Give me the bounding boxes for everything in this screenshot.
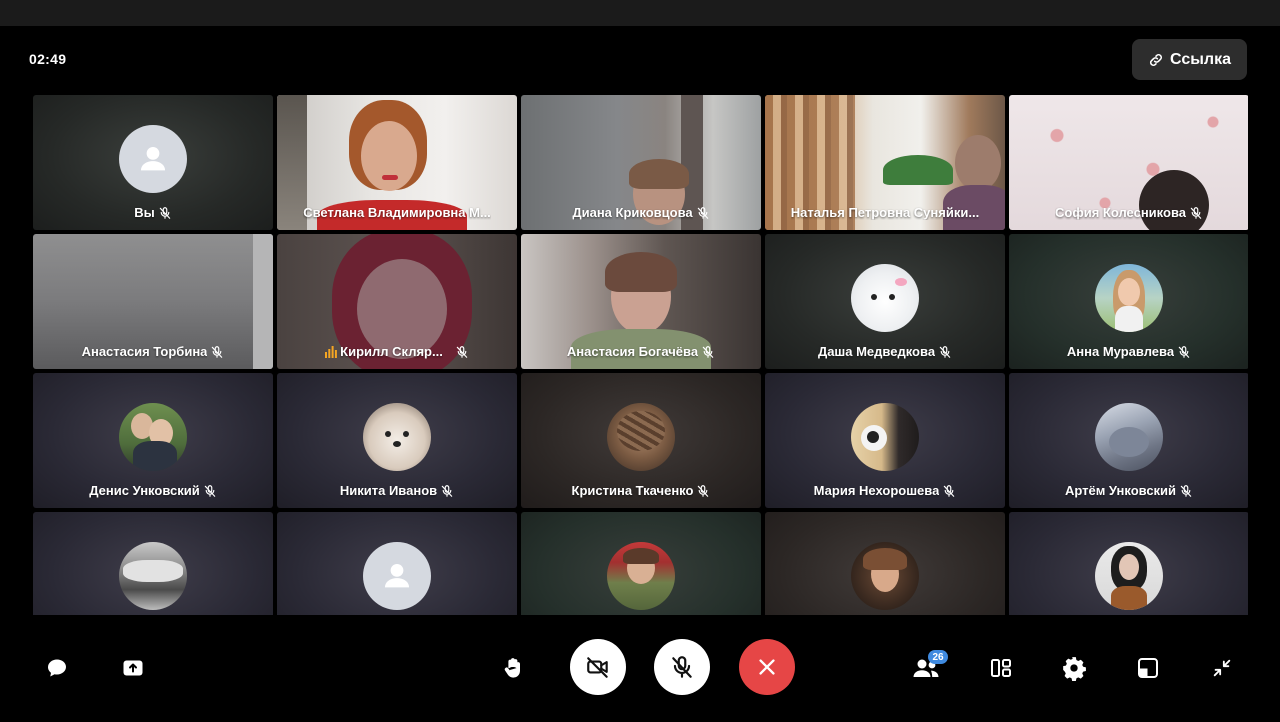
mic-muted-icon bbox=[702, 345, 714, 358]
participant-name: Диана Криковцова bbox=[521, 205, 761, 220]
gear-icon bbox=[1063, 657, 1086, 681]
close-icon bbox=[759, 659, 775, 675]
participant-name: Вы bbox=[33, 205, 273, 220]
participant-tile[interactable]: Кирилл Скляр... bbox=[277, 234, 517, 369]
participant-tile[interactable]: Артём Унковский bbox=[1009, 373, 1248, 508]
copy-link-button[interactable]: Ссылка bbox=[1132, 39, 1247, 80]
user-icon bbox=[384, 563, 410, 588]
participant-name: Мария Нехорошева bbox=[765, 483, 1005, 498]
participant-name: Анна Муравлева bbox=[1009, 344, 1248, 359]
participant-tile[interactable] bbox=[277, 512, 517, 615]
participant-avatar bbox=[119, 403, 187, 471]
participant-tile[interactable] bbox=[33, 512, 273, 615]
chat-icon bbox=[48, 659, 66, 677]
window-top-bar bbox=[0, 0, 1280, 26]
participant-tile[interactable]: Наталья Петровна Суняйки... bbox=[765, 95, 1005, 230]
participants-count-badge: 26 bbox=[928, 650, 948, 664]
mic-muted-icon bbox=[159, 206, 170, 219]
participant-avatar bbox=[1095, 542, 1163, 610]
avatar-placeholder bbox=[363, 542, 431, 610]
participant-tile[interactable]: Никита Иванов bbox=[277, 373, 517, 508]
participant-tile[interactable]: Кристина Ткаченко bbox=[521, 373, 761, 508]
minimize-icon bbox=[1213, 659, 1231, 677]
participant-name: Анастасия Торбина bbox=[33, 344, 273, 359]
mic-muted-icon bbox=[1180, 484, 1192, 497]
participant-name: Кристина Ткаченко bbox=[521, 483, 761, 498]
layout-button[interactable] bbox=[986, 653, 1016, 683]
participant-name: Наталья Петровна Суняйки... bbox=[790, 205, 980, 220]
participant-avatar bbox=[1095, 264, 1163, 332]
participant-tile[interactable]: Анастасия Богачёва bbox=[521, 234, 761, 369]
hand-icon bbox=[504, 658, 520, 678]
mic-muted-icon bbox=[939, 345, 951, 358]
microphone-toggle-button[interactable] bbox=[654, 639, 710, 695]
camera-off-icon bbox=[587, 657, 608, 678]
participant-tile[interactable] bbox=[765, 512, 1005, 615]
mic-muted-icon bbox=[204, 484, 215, 497]
participant-tile[interactable]: Диана Криковцова bbox=[521, 95, 761, 230]
settings-button[interactable] bbox=[1059, 653, 1089, 683]
participant-avatar bbox=[363, 403, 431, 471]
participant-tile[interactable]: Мария Нехорошева bbox=[765, 373, 1005, 508]
participant-tile[interactable]: Светлана Владимировна М... bbox=[277, 95, 517, 230]
mic-muted-icon bbox=[441, 484, 453, 497]
participant-avatar bbox=[607, 542, 675, 610]
user-icon bbox=[140, 146, 166, 171]
call-timer: 02:49 bbox=[29, 51, 67, 67]
participant-name: Анастасия Богачёва bbox=[521, 344, 761, 359]
window-mode-button[interactable] bbox=[1133, 653, 1163, 683]
participant-tile[interactable]: Анна Муравлева bbox=[1009, 234, 1248, 369]
participant-name: Кирилл Скляр... bbox=[277, 344, 517, 359]
mic-muted-icon bbox=[456, 345, 468, 358]
participant-tile[interactable] bbox=[521, 512, 761, 615]
end-call-button[interactable] bbox=[739, 639, 795, 695]
share-screen-icon bbox=[123, 660, 143, 676]
raise-hand-button[interactable] bbox=[498, 653, 528, 683]
participant-avatar bbox=[119, 542, 187, 610]
speaking-indicator-icon bbox=[325, 345, 338, 358]
participant-tile[interactable]: Даша Медведкова bbox=[765, 234, 1005, 369]
mic-muted-icon bbox=[1190, 206, 1202, 219]
participant-name: Никита Иванов bbox=[277, 483, 517, 498]
copy-link-label: Ссылка bbox=[1170, 50, 1231, 68]
participant-tile[interactable]: Денис Унковский bbox=[33, 373, 273, 508]
link-icon bbox=[1149, 53, 1163, 66]
avatar-placeholder bbox=[119, 125, 187, 193]
participant-name: Денис Унковский bbox=[33, 483, 273, 498]
chat-button[interactable] bbox=[42, 653, 72, 683]
participant-name: Светлана Владимировна М... bbox=[303, 205, 491, 220]
participant-name: Артём Унковский bbox=[1009, 483, 1248, 498]
mic-muted-icon bbox=[212, 345, 223, 358]
mic-muted-icon bbox=[697, 206, 708, 219]
mic-muted-icon bbox=[1178, 345, 1190, 358]
participant-avatar bbox=[1095, 403, 1163, 471]
participant-avatar bbox=[851, 264, 919, 332]
camera-toggle-button[interactable] bbox=[570, 639, 626, 695]
mic-muted-icon bbox=[944, 484, 955, 497]
participant-avatar bbox=[607, 403, 675, 471]
microphone-off-icon bbox=[672, 656, 692, 678]
participant-name: София Колесникова bbox=[1009, 205, 1248, 220]
window-mode-icon bbox=[1138, 658, 1158, 678]
participant-name: Даша Медведкова bbox=[765, 344, 1005, 359]
participant-avatar bbox=[851, 542, 919, 610]
participant-tile[interactable] bbox=[1009, 512, 1248, 615]
participant-avatar bbox=[851, 403, 919, 471]
layout-icon bbox=[991, 659, 1011, 677]
minimize-button[interactable] bbox=[1207, 653, 1237, 683]
participants-grid: Вы Светлана Владимировна М... Диана Крик… bbox=[33, 95, 1248, 615]
participant-tile[interactable]: Вы bbox=[33, 95, 273, 230]
share-screen-button[interactable] bbox=[118, 653, 148, 683]
participant-tile[interactable]: София Колесникова bbox=[1009, 95, 1248, 230]
mic-muted-icon bbox=[698, 484, 709, 497]
participant-tile[interactable]: Анастасия Торбина bbox=[33, 234, 273, 369]
